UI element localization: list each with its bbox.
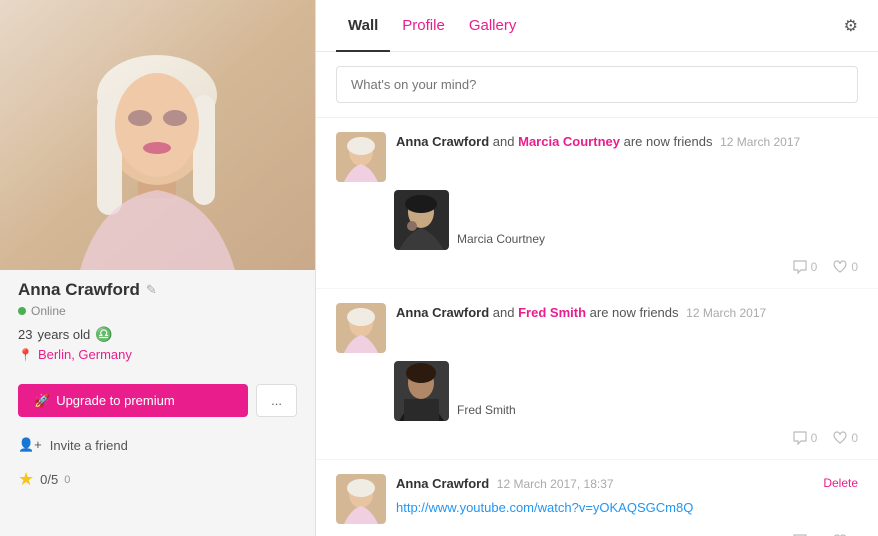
feed-actions-2: 0 0 bbox=[336, 431, 858, 445]
age-value: 23 bbox=[18, 327, 32, 342]
feed-timestamp-1: 12 March 2017 bbox=[720, 135, 800, 149]
feed-timestamp-3: 12 March 2017, 18:37 bbox=[497, 477, 614, 491]
tab-gallery[interactable]: Gallery bbox=[457, 1, 529, 52]
avatar-anna-2[interactable] bbox=[336, 303, 386, 353]
user-name: Anna Crawford bbox=[18, 280, 140, 300]
more-button[interactable]: ... bbox=[256, 384, 297, 417]
comment-count-2: 0 bbox=[811, 431, 818, 445]
avatar-fred[interactable] bbox=[394, 361, 449, 421]
settings-icon[interactable]: ⚙ bbox=[844, 16, 858, 36]
star-icon[interactable]: ★ bbox=[18, 469, 34, 490]
tabs-bar: Wall Profile Gallery ⚙ bbox=[316, 0, 878, 52]
feed-user1-link[interactable]: Anna Crawford bbox=[396, 134, 489, 149]
friend-preview-2: Fred Smith bbox=[394, 361, 858, 421]
feed-user2-link-2[interactable]: Fred Smith bbox=[518, 305, 586, 320]
feed-user-link-3[interactable]: Anna Crawford bbox=[396, 476, 489, 491]
rocket-icon: 🚀 bbox=[34, 393, 50, 409]
location-pin-icon: 📍 bbox=[18, 348, 33, 362]
upgrade-premium-button[interactable]: 🚀 Upgrade to premium bbox=[18, 384, 248, 417]
online-status: Online bbox=[18, 304, 297, 318]
delete-link[interactable]: Delete bbox=[823, 474, 858, 492]
edit-icon[interactable]: ✎ bbox=[146, 282, 157, 298]
user-info: Anna Crawford ✎ Online 23 years old ♎ 📍 … bbox=[0, 270, 315, 372]
post-link[interactable]: http://www.youtube.com/watch?v=yOKAQSGCm… bbox=[396, 498, 858, 518]
friend-preview-name-marcia: Marcia Courtney bbox=[457, 232, 545, 250]
rating-count: 0 bbox=[64, 474, 70, 486]
left-panel: Anna Crawford ✎ Online 23 years old ♎ 📍 … bbox=[0, 0, 315, 536]
user-name-row: Anna Crawford ✎ bbox=[18, 280, 297, 300]
feed-actions-1: 0 0 bbox=[336, 260, 858, 274]
comment-icon bbox=[793, 431, 807, 445]
tab-profile[interactable]: Profile bbox=[390, 1, 457, 52]
feed-item-header: Anna Crawford and Fred Smith are now fri… bbox=[336, 303, 858, 353]
avatar-marcia[interactable] bbox=[394, 190, 449, 250]
avatar-anna-1[interactable] bbox=[336, 132, 386, 182]
feed-event-text-2: are now friends bbox=[590, 305, 679, 320]
rating-fraction: 0/5 bbox=[40, 472, 58, 487]
feed-item-header: Anna Crawford and Marcia Courtney are no… bbox=[336, 132, 858, 182]
feed-item: Anna Crawford 12 March 2017, 18:37 Delet… bbox=[316, 460, 878, 536]
like-count-1: 0 bbox=[851, 260, 858, 274]
feed-item-header: Anna Crawford 12 March 2017, 18:37 Delet… bbox=[336, 474, 858, 524]
feed-timestamp-2: 12 March 2017 bbox=[686, 306, 766, 320]
user-age: 23 years old ♎ bbox=[18, 326, 297, 343]
like-action-2[interactable]: 0 bbox=[833, 431, 858, 445]
comment-action-1[interactable]: 0 bbox=[793, 260, 818, 274]
user-location: 📍 Berlin, Germany bbox=[18, 347, 297, 362]
feed-text-2: Anna Crawford and Fred Smith are now fri… bbox=[396, 303, 858, 323]
invite-label: Invite a friend bbox=[50, 438, 128, 453]
feed-user2-link[interactable]: Marcia Courtney bbox=[518, 134, 620, 149]
feed-text-3: Anna Crawford 12 March 2017, 18:37 Delet… bbox=[396, 474, 858, 517]
like-count-2: 0 bbox=[851, 431, 858, 445]
upgrade-label: Upgrade to premium bbox=[56, 393, 175, 408]
avatar-anna-3[interactable] bbox=[336, 474, 386, 524]
online-label: Online bbox=[31, 304, 66, 318]
feed-scroll: Anna Crawford and Marcia Courtney are no… bbox=[316, 118, 878, 536]
age-label: years old bbox=[37, 327, 90, 342]
heart-icon bbox=[833, 260, 847, 274]
feed-text-1: Anna Crawford and Marcia Courtney are no… bbox=[396, 132, 858, 152]
online-dot bbox=[18, 307, 26, 315]
friend-preview-name-fred: Fred Smith bbox=[457, 403, 516, 421]
feed-input-area bbox=[316, 52, 878, 118]
comment-icon bbox=[793, 260, 807, 274]
profile-photo bbox=[0, 0, 315, 270]
like-action-1[interactable]: 0 bbox=[833, 260, 858, 274]
rating-row: ★ 0/5 0 bbox=[0, 461, 315, 498]
feed-item: Anna Crawford and Fred Smith are now fri… bbox=[316, 289, 878, 460]
heart-icon bbox=[833, 431, 847, 445]
comment-action-2[interactable]: 0 bbox=[793, 431, 818, 445]
feed-event-text: are now friends bbox=[624, 134, 713, 149]
friend-preview-1: Marcia Courtney bbox=[394, 190, 858, 250]
right-panel: Wall Profile Gallery ⚙ Anna Crawford bbox=[315, 0, 878, 536]
invite-icon: 👤+ bbox=[18, 437, 42, 453]
feed-user1-link-2[interactable]: Anna Crawford bbox=[396, 305, 489, 320]
tab-wall[interactable]: Wall bbox=[336, 1, 390, 52]
action-buttons: 🚀 Upgrade to premium ... bbox=[0, 372, 315, 429]
location-link[interactable]: Berlin, Germany bbox=[38, 347, 132, 362]
comment-count-1: 0 bbox=[811, 260, 818, 274]
feed-item: Anna Crawford and Marcia Courtney are no… bbox=[316, 118, 878, 289]
invite-friend-button[interactable]: 👤+ Invite a friend bbox=[0, 429, 315, 461]
what-on-mind-input[interactable] bbox=[336, 66, 858, 103]
zodiac-icon: ♎ bbox=[95, 326, 112, 343]
